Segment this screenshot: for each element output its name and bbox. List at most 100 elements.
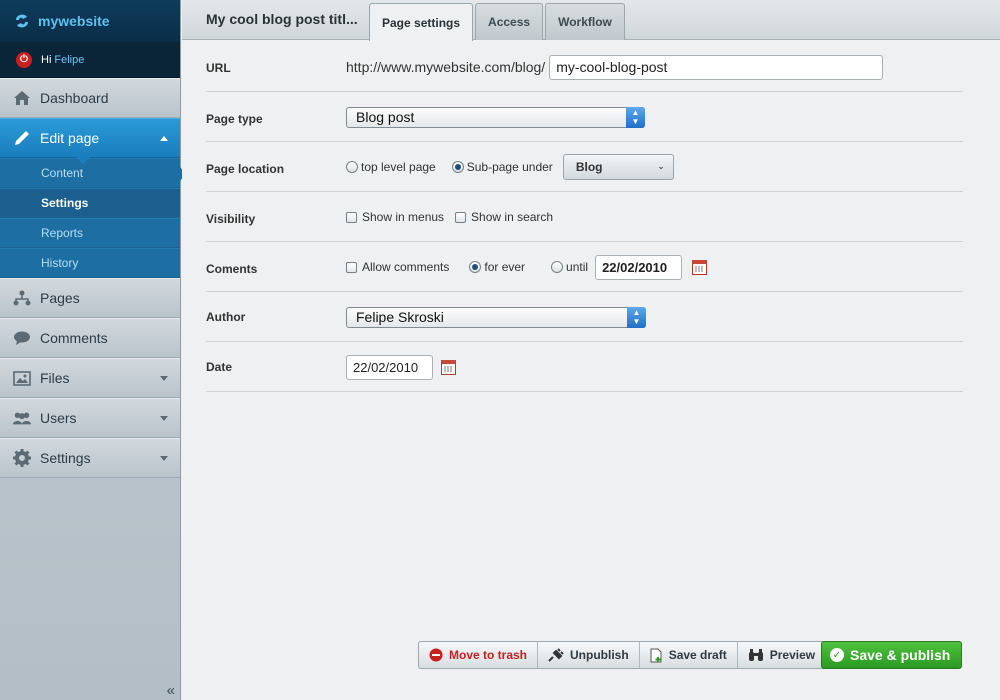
author-label: Author [206, 310, 246, 324]
author-select[interactable]: Felipe Skroski ▲ ▼ [346, 306, 646, 328]
url-prefix: http://www.mywebsite.com/blog/ [346, 59, 546, 75]
subnav-history-label: History [41, 256, 79, 270]
page-title: My cool blog post titl... [206, 11, 358, 27]
move-to-trash-button[interactable]: Move to trash [419, 642, 539, 668]
unplug-icon [548, 648, 564, 662]
chevron-up-icon [160, 136, 168, 141]
sub-page-radio[interactable] [451, 161, 464, 173]
subnav-content[interactable]: Content [0, 158, 186, 188]
save-and-publish-button[interactable]: ✓ Save & publish [821, 641, 962, 669]
collapse-sidebar-button[interactable]: « [0, 680, 181, 700]
preview-label: Preview [769, 648, 816, 662]
page-type-value: Blog post [356, 109, 415, 125]
show-in-menus-option[interactable]: Show in menus [346, 210, 444, 224]
tab-workflow[interactable]: Workflow [545, 3, 625, 40]
for-ever-radio[interactable] [469, 261, 482, 273]
subnav-reports[interactable]: Reports [0, 218, 180, 248]
nav-dashboard[interactable]: Dashboard [0, 78, 180, 118]
subnav-settings[interactable]: Settings [0, 188, 180, 218]
url-row: URL http://www.mywebsite.com/blog/ my-co… [206, 42, 963, 92]
tab-access[interactable]: Access [475, 3, 544, 40]
sub-page-option-label: Sub-page under [466, 160, 553, 174]
show-in-search-option[interactable]: Show in search [455, 210, 553, 224]
no-entry-icon [429, 648, 443, 662]
allow-comments-option[interactable]: Allow comments [346, 260, 449, 274]
show-in-menus-checkbox[interactable] [346, 211, 357, 223]
main-panel: My cool blog post titl... Page settings … [182, 0, 1000, 700]
calendar-icon[interactable] [692, 259, 708, 275]
unpublish-label: Unpublish [570, 648, 629, 662]
top-level-radio[interactable] [346, 161, 358, 173]
allow-comments-label: Allow comments [362, 260, 450, 274]
select-arrows-icon: ▲ ▼ [627, 306, 646, 328]
tab-page-settings[interactable]: Page settings [369, 3, 474, 41]
subnav-settings-label: Settings [41, 196, 89, 210]
nav-users[interactable]: Users [0, 398, 180, 438]
save-draft-button[interactable]: Save draft [640, 642, 738, 668]
nav-edit-page[interactable]: Edit page [0, 118, 180, 164]
action-button-group: Move to trash Unpublish Save draft Previ… [418, 641, 827, 669]
sidebar: mywebsite ⏻ Hi Felipe Dashboard Edit pag… [0, 0, 186, 700]
tab-bar: Page settings Access Workflow [369, 3, 627, 41]
nav-files[interactable]: Files [0, 358, 180, 398]
preview-button[interactable]: Preview [738, 642, 825, 668]
user-name-link[interactable]: Felipe [54, 54, 84, 66]
chevron-down-icon [160, 376, 168, 381]
nav-comments[interactable]: Comments [0, 318, 180, 358]
page-location-label: Page location [206, 162, 285, 176]
until-label: until [566, 260, 589, 274]
chevron-down-icon [160, 416, 168, 421]
nav-files-label: Files [40, 370, 70, 386]
comments-label: Coments [206, 262, 258, 276]
home-icon [12, 88, 32, 108]
visibility-label: Visibility [206, 212, 256, 226]
subnav-content-label: Content [41, 166, 84, 180]
subnav-reports-label: Reports [41, 226, 84, 240]
users-icon [12, 408, 32, 428]
allow-comments-checkbox[interactable] [346, 261, 357, 273]
for-ever-option[interactable]: for ever [469, 260, 525, 274]
speech-bubble-icon [12, 328, 32, 348]
top-bar: My cool blog post titl... Page settings … [182, 0, 1000, 41]
sitemap-icon [12, 288, 32, 308]
nav-settings[interactable]: Settings [0, 438, 180, 478]
show-in-search-checkbox[interactable] [455, 211, 467, 223]
new-document-icon [650, 648, 663, 663]
nav-edit-page-label: Edit page [40, 130, 100, 146]
top-level-option-label: top level page [361, 160, 436, 174]
show-in-search-label: Show in search [471, 210, 554, 224]
gear-icon [12, 448, 32, 468]
brand-name: mywebsite [38, 13, 110, 29]
page-type-select[interactable]: Blog post ▲ ▼ [346, 106, 645, 128]
date-input[interactable]: 22/02/2010 [346, 354, 433, 380]
until-date-input[interactable]: 22/02/2010 [595, 254, 683, 280]
power-icon[interactable]: ⏻ [16, 51, 32, 68]
save-and-publish-label: Save & publish [850, 647, 951, 663]
greeting: Hi [41, 53, 52, 66]
pencil-icon [12, 128, 32, 148]
parent-page-select[interactable]: Blog ⌄ [562, 154, 674, 180]
subnav: Content Settings Reports History [0, 158, 186, 278]
author-row: Author Felipe Skroski ▲ ▼ [206, 292, 963, 342]
nav-dashboard-label: Dashboard [40, 90, 109, 106]
page-type-label: Page type [206, 112, 263, 126]
move-to-trash-label: Move to trash [449, 648, 528, 662]
sub-page-option[interactable]: Sub-page under [451, 160, 553, 174]
for-ever-label: for ever [484, 260, 526, 274]
comments-row: Coments Allow comments for ever until 22… [206, 242, 963, 292]
page-settings-form: URL http://www.mywebsite.com/blog/ my-co… [206, 42, 963, 392]
unpublish-button[interactable]: Unpublish [538, 642, 640, 668]
page-type-row: Page type Blog post ▲ ▼ [206, 92, 963, 142]
until-option[interactable]: until [551, 260, 588, 274]
subnav-history[interactable]: History [0, 248, 180, 278]
user-bar: ⏻ Hi Felipe [0, 42, 180, 78]
url-label: URL [206, 61, 231, 75]
calendar-icon[interactable] [441, 359, 456, 375]
url-slug-input[interactable]: my-cool-blog-post [549, 54, 884, 80]
brand[interactable]: mywebsite [0, 0, 180, 42]
parent-page-value: Blog [575, 160, 603, 174]
nav-pages[interactable]: Pages [0, 278, 180, 318]
until-radio[interactable] [551, 261, 564, 273]
date-label: Date [206, 360, 233, 374]
top-level-option[interactable]: top level page [346, 160, 436, 174]
